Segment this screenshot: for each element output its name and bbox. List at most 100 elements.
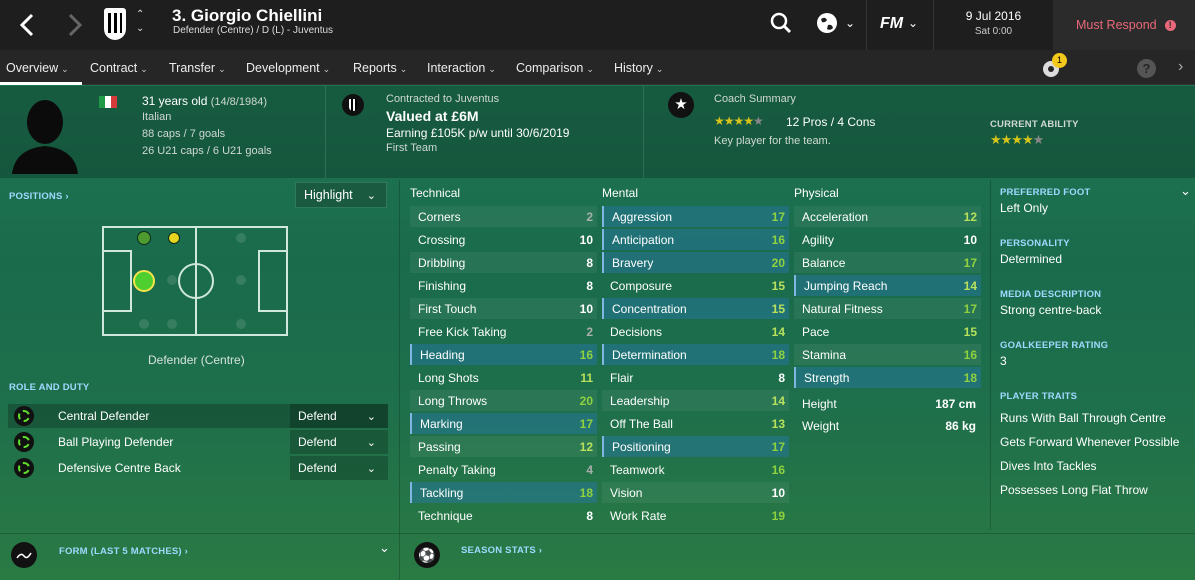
attribute-row[interactable]: Vision 10	[602, 482, 789, 503]
attribute-value: 15	[771, 301, 785, 316]
side-panel-chevron-down-icon[interactable]: ⌄	[1180, 183, 1191, 199]
role-ability-icon	[14, 406, 34, 426]
forward-arrow-icon[interactable]	[60, 10, 90, 40]
earnings[interactable]: Earning £105K p/w until 30/6/2019	[386, 126, 569, 140]
attribute-row[interactable]: Heading 16	[410, 344, 597, 365]
chevron-right-icon[interactable]: ›	[1178, 58, 1183, 76]
form-link[interactable]: FORM (LAST 5 MATCHES) ›	[59, 546, 188, 557]
attribute-row[interactable]: Stamina 16	[794, 344, 981, 365]
page-title: 3. Giorgio Chiellini	[172, 6, 323, 25]
attribute-row[interactable]: Concentration 15	[602, 298, 789, 319]
attribute-row[interactable]: Composure 15	[602, 275, 789, 296]
tab-interaction[interactable]: Interaction ⌄	[427, 61, 496, 75]
duty-dropdown[interactable]: Defend ⌄	[290, 456, 388, 480]
attribute-row[interactable]: Determination 18	[602, 344, 789, 365]
season-stats-link[interactable]: SEASON STATS ›	[461, 545, 542, 556]
chevron-down-icon: ⌄	[366, 410, 376, 423]
duty-dropdown[interactable]: Defend ⌄	[290, 430, 388, 454]
tab-reports[interactable]: Reports ⌄	[353, 61, 407, 75]
tab-contract[interactable]: Contract ⌄	[90, 61, 148, 75]
chevron-down-icon: ⌄	[366, 436, 376, 449]
tab-history[interactable]: History ⌄	[614, 61, 663, 75]
attribute-row[interactable]: Corners 2	[410, 206, 597, 227]
attribute-row[interactable]: Decisions 14	[602, 321, 789, 342]
attribute-row[interactable]: Crossing 10	[410, 229, 597, 250]
search-icon[interactable]	[770, 12, 792, 39]
attribute-row[interactable]: Long Shots 11	[410, 367, 597, 388]
attribute-name: Natural Fitness	[802, 301, 883, 316]
coach-text: Key player for the team.	[714, 135, 831, 147]
attribute-row[interactable]: Strength 18	[794, 367, 981, 388]
notification-badge: 1	[1052, 53, 1067, 68]
attribute-row[interactable]: Balance 17	[794, 252, 981, 273]
attribute-row[interactable]: Acceleration 12	[794, 206, 981, 227]
chevron-down-icon: ⌄	[366, 189, 376, 202]
attribute-row[interactable]: Dribbling 8	[410, 252, 597, 273]
tab-development[interactable]: Development ⌄	[246, 61, 330, 75]
attribute-row[interactable]: Natural Fitness 17	[794, 298, 981, 319]
player-switch-icon[interactable]: ⌃ ⌄	[136, 8, 144, 36]
tab-overview[interactable]: Overview ⌄	[6, 61, 69, 75]
attribute-value: 10	[579, 301, 593, 316]
attribute-name: Aggression	[612, 209, 673, 224]
tab-comparison[interactable]: Comparison ⌄	[516, 61, 594, 75]
help-icon[interactable]: ?	[1137, 59, 1156, 78]
preferred-foot-value: Left Only	[1000, 201, 1049, 215]
coach-star-rating: ★★★★★	[714, 114, 764, 128]
must-respond-button[interactable]: Must Respond !	[1053, 0, 1195, 50]
attribute-name: Teamwork	[610, 462, 665, 477]
attribute-row[interactable]: Bravery 20	[602, 252, 789, 273]
attribute-row[interactable]: Marking 17	[410, 413, 597, 434]
pros-cons[interactable]: 12 Pros / 4 Cons	[786, 115, 875, 129]
goalkeeper-rating-label: GOALKEEPER RATING	[1000, 340, 1109, 351]
attribute-row[interactable]: Pace 15	[794, 321, 981, 342]
globe-chevron-down-icon[interactable]: ⌄	[845, 16, 855, 30]
back-arrow-icon[interactable]	[12, 10, 42, 40]
position-dot-dl-selected[interactable]	[133, 270, 155, 292]
divider	[399, 180, 400, 580]
attribute-row[interactable]: Finishing 8	[410, 275, 597, 296]
tab-transfer[interactable]: Transfer ⌄	[169, 61, 226, 75]
attribute-row[interactable]: Technique 8	[410, 505, 597, 526]
date-display[interactable]: 9 Jul 2016 Sat 0:00	[934, 0, 1053, 50]
attribute-name: Positioning	[612, 439, 671, 454]
attribute-row[interactable]: Tackling 18	[410, 482, 597, 503]
attribute-row[interactable]: Anticipation 16	[602, 229, 789, 250]
fm-menu-chevron-down-icon[interactable]: ⌄	[908, 16, 918, 30]
attribute-row[interactable]: Positioning 17	[602, 436, 789, 457]
fm-logo[interactable]: FM	[880, 15, 903, 33]
attribute-row[interactable]: Work Rate 19	[602, 505, 789, 526]
attribute-value: 19	[771, 508, 785, 523]
attribute-row[interactable]: Free Kick Taking 2	[410, 321, 597, 342]
form-chevron-down-icon[interactable]: ⌄	[379, 540, 390, 556]
time: Sat 0:00	[974, 26, 1013, 37]
attribute-name: Balance	[802, 255, 846, 270]
club-crest-icon[interactable]	[104, 8, 126, 40]
attribute-row[interactable]: Long Throws 20	[410, 390, 597, 411]
technical-header: Technical	[410, 186, 461, 200]
duty-dropdown[interactable]: Defend ⌄	[290, 404, 388, 428]
role-duty-label: ROLE AND DUTY	[9, 382, 90, 393]
attribute-name: Corners	[418, 209, 461, 224]
attribute-row[interactable]: Leadership 14	[602, 390, 789, 411]
attribute-row[interactable]: Jumping Reach 14	[794, 275, 981, 296]
current-ability-stars: ★★★★★	[990, 132, 1044, 147]
attribute-row[interactable]: Passing 12	[410, 436, 597, 457]
attribute-row[interactable]: Aggression 17	[602, 206, 789, 227]
page-subtitle: Defender (Centre) / D (L) - Juventus	[173, 25, 334, 36]
highlight-dropdown[interactable]: Highlight ⌄	[295, 182, 387, 208]
attribute-name: Long Shots	[418, 370, 479, 385]
attribute-row[interactable]: Penalty Taking 4	[410, 459, 597, 480]
attribute-row[interactable]: Teamwork 16	[602, 459, 789, 480]
attribute-value: 16	[771, 462, 785, 477]
weight-label: Weight	[802, 419, 840, 433]
attribute-row[interactable]: First Touch 10	[410, 298, 597, 319]
positions-link[interactable]: POSITIONS ›	[9, 191, 69, 202]
attribute-row[interactable]: Off The Ball 13	[602, 413, 789, 434]
attribute-row[interactable]: Agility 10	[794, 229, 981, 250]
attribute-value: 17	[963, 255, 977, 270]
attribute-name: Technique	[418, 508, 473, 523]
attribute-row[interactable]: Flair 8	[602, 367, 789, 388]
globe-icon[interactable]	[816, 12, 838, 39]
attribute-name: Bravery	[612, 255, 654, 270]
